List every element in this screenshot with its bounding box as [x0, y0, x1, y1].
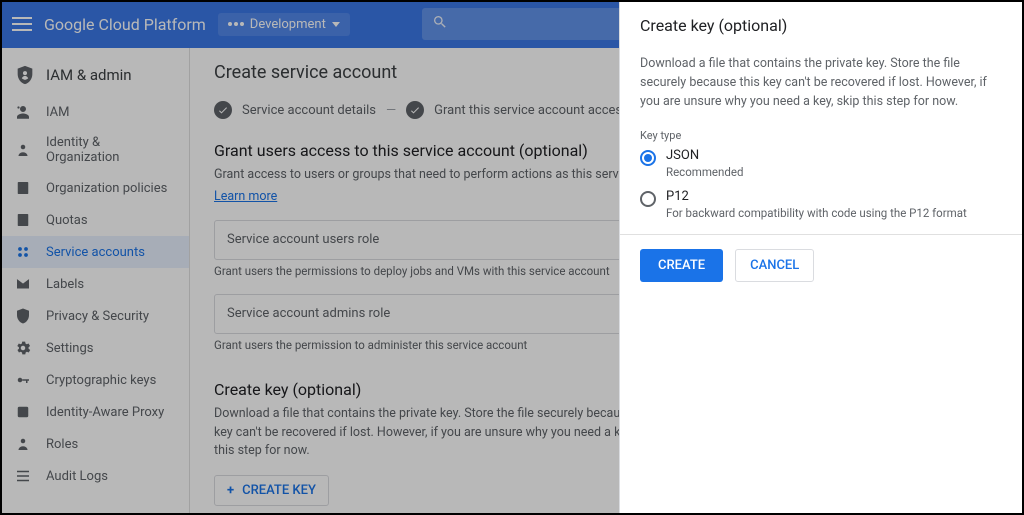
- create-key-drawer: Create key (optional) Download a file th…: [619, 0, 1024, 515]
- radio-label: JSON: [666, 148, 743, 163]
- drawer-desc: Download a file that contains the privat…: [640, 55, 1004, 111]
- drawer-create-button[interactable]: CREATE: [640, 249, 723, 282]
- drawer-cancel-button[interactable]: CANCEL: [735, 249, 814, 282]
- radio-icon[interactable]: [640, 191, 656, 207]
- divider: [620, 234, 1024, 235]
- key-type-p12[interactable]: P12 For backward compatibility with code…: [640, 189, 1004, 220]
- radio-subtext: Recommended: [666, 165, 743, 179]
- radio-icon[interactable]: [640, 150, 656, 166]
- key-type-label: Key type: [640, 129, 1004, 142]
- drawer-title: Create key (optional): [640, 16, 1004, 35]
- key-type-json[interactable]: JSON Recommended: [640, 148, 1004, 179]
- radio-subtext: For backward compatibility with code usi…: [666, 206, 967, 220]
- radio-label: P12: [666, 189, 967, 204]
